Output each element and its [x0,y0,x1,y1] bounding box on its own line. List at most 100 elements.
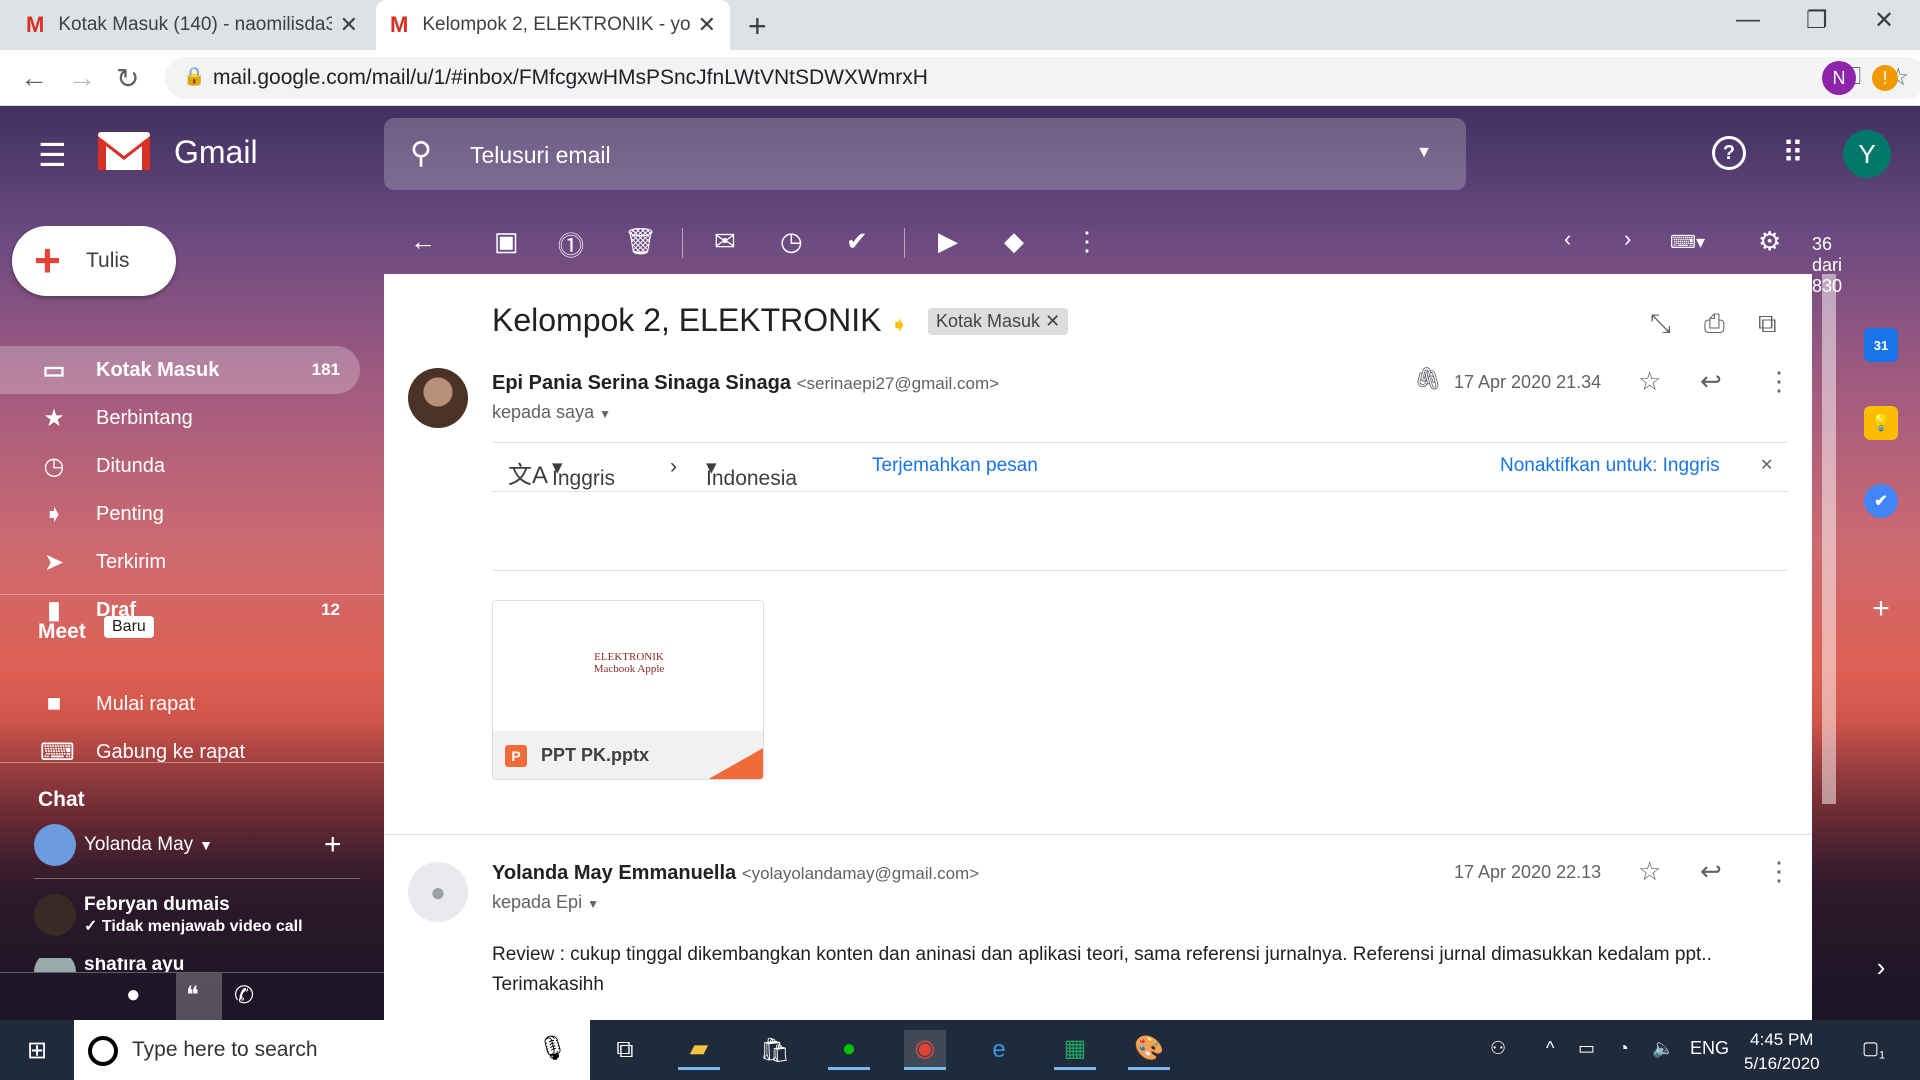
person-icon[interactable]: ● [126,981,141,1009]
chat-contact[interactable]: Febryan dumais ✓ Tidak menjawab video ca… [34,894,303,936]
close-tab-icon[interactable]: ✕ [698,12,716,38]
open-new-window-icon[interactable]: ⧉ [1758,308,1777,340]
star-icon[interactable]: ☆ [1638,856,1661,887]
compose-button[interactable]: + Tulis [12,226,176,296]
expand-panel-icon[interactable]: › [1864,950,1898,984]
taskbar-search[interactable]: Type here to search 🎙 [74,1020,590,1080]
scrollbar[interactable] [1822,274,1836,804]
paint-icon[interactable]: 🎨 [1128,1030,1170,1070]
recipient-line[interactable]: kepada Epi ▼ [492,892,599,913]
hangouts-tab[interactable] [176,973,222,1020]
search-bar[interactable]: ⚲ Telusuri email ▼ [384,118,1466,190]
account-avatar[interactable]: Y [1843,130,1891,178]
back-to-inbox-icon[interactable]: ← [410,226,436,257]
minimize-icon[interactable]: — [1736,6,1760,34]
disable-translate-link[interactable]: Nonaktifkan untuk: Inggris [1500,455,1720,477]
help-icon[interactable]: ? [1712,136,1746,170]
back-icon[interactable]: ← [20,62,48,94]
browser-tab-inbox[interactable]: M Kotak Masuk (140) - naomilisda3 ✕ [12,0,372,50]
expand-all-icon[interactable]: ⤡ [1650,308,1671,340]
language-indicator[interactable]: ENG [1690,1038,1729,1059]
phone-icon[interactable]: ✆ [234,981,254,1010]
taskbar-clock[interactable]: 4:45 PM 5/16/2020 [1744,1028,1820,1076]
nav-item-sent[interactable]: ➤ Terkirim [0,538,360,586]
source-language-select[interactable]: Inggris ▾ [552,455,615,490]
tasks-icon[interactable]: ✔ [1864,484,1898,518]
microphone-icon[interactable]: 🎙 [538,1034,568,1063]
add-addon-icon[interactable]: + [1864,592,1898,626]
nav-item-starred[interactable]: ★ Berbintang [0,394,360,442]
wifi-icon[interactable]: ◔ [1618,1038,1629,1059]
newer-icon[interactable]: ‹ [1564,226,1571,252]
task-view-icon[interactable]: ⧉ [604,1030,646,1070]
search-input[interactable]: Telusuri email [470,142,611,169]
taskbar-search-input[interactable]: Type here to search [132,1038,318,1062]
settings-gear-icon[interactable]: ⚙ [1758,226,1781,257]
close-icon[interactable]: ✕ [1760,455,1773,475]
tray-chevron-icon[interactable]: ^ [1546,1038,1554,1059]
remove-label-icon[interactable]: ✕ [1045,311,1060,331]
notification-icon[interactable]: ▢1 [1862,1038,1885,1062]
report-spam-icon[interactable]: ⓵ [558,226,584,263]
people-icon[interactable]: ⚇ [1490,1038,1506,1059]
archive-icon[interactable]: ▣ [494,226,519,257]
forward-icon[interactable]: → [68,62,96,94]
nav-item-snoozed[interactable]: ◷ Ditunda [0,442,360,490]
chevron-down-icon[interactable]: ▼ [199,837,213,853]
print-icon[interactable]: ⎙ [1704,308,1725,340]
apps-grid-icon[interactable]: ⠿ [1782,136,1804,171]
battery-icon[interactable]: ▭ [1578,1038,1595,1059]
close-tab-icon[interactable]: ✕ [340,12,358,38]
nav-label: Ditunda [96,454,165,477]
meet-join-item[interactable]: ⌨ Gabung ke rapat [0,728,360,776]
star-icon[interactable]: ☆ [1638,366,1661,397]
file-explorer-icon[interactable]: ▰ [678,1030,720,1070]
address-bar[interactable]: 🔒 mail.google.com/mail/u/1/#inbox/FMfcgx… [165,57,1920,99]
chat-contact[interactable]: shafira ayu [34,958,184,972]
calendar-icon[interactable]: 31 [1864,328,1898,362]
store-icon[interactable]: 🛍 [754,1030,796,1070]
attachment-filename: PPT PK.pptx [541,745,650,765]
delete-icon[interactable]: 🗑 [624,226,657,257]
snooze-icon[interactable]: ◷ [780,226,803,257]
update-alert-icon[interactable]: ! [1872,65,1898,91]
chrome-profile-avatar[interactable]: N [1822,61,1856,95]
attachment-card[interactable]: ELEKTRONIK Macbook Apple P PPT PK.pptx [492,600,764,780]
line-app-icon[interactable]: ● [828,1030,870,1070]
recipient-line[interactable]: kepada saya ▼ [492,402,611,423]
windows-start-icon[interactable]: ⊞ [16,1030,58,1070]
window-close-icon[interactable]: ✕ [1874,6,1894,35]
input-tools-icon[interactable]: ⌨▾ [1670,232,1705,253]
reload-icon[interactable]: ↻ [116,62,139,95]
edge-icon[interactable]: e [978,1030,1020,1070]
excel-icon[interactable]: ▦ [1054,1030,1096,1070]
target-language-select[interactable]: Indonesia ▾ [706,455,797,490]
add-chat-icon[interactable]: + [324,828,342,862]
important-marker-icon[interactable]: ➧ [890,312,908,338]
older-icon[interactable]: › [1624,226,1631,252]
chrome-icon[interactable]: ◉ [904,1030,946,1070]
nav-item-inbox[interactable]: ▭ Kotak Masuk 181 [0,346,360,394]
search-options-icon[interactable]: ▼ [1416,144,1432,162]
keep-icon[interactable]: 💡 [1864,406,1898,440]
main-menu-icon[interactable]: ☰ [38,136,67,174]
volume-icon[interactable]: 🔈 [1652,1038,1674,1059]
mark-unread-icon[interactable]: ✉ [714,226,736,257]
more-vert-icon[interactable]: ⋮ [1074,226,1100,257]
search-icon[interactable]: ⚲ [410,136,432,171]
add-task-icon[interactable]: ✔ [846,226,868,257]
move-to-icon[interactable]: ▶ [938,226,958,257]
reply-icon[interactable]: ↩ [1700,366,1722,397]
more-vert-icon[interactable]: ⋮ [1766,366,1792,397]
more-vert-icon[interactable]: ⋮ [1766,856,1792,887]
label-icon[interactable]: ◆ [1004,226,1024,257]
browser-tab-email[interactable]: M Kelompok 2, ELEKTRONIK - yolay ✕ [376,0,730,50]
reply-icon[interactable]: ↩ [1700,856,1722,887]
new-tab-button[interactable]: + [748,8,767,45]
nav-item-important[interactable]: ➧ Penting [0,490,360,538]
translate-message-link[interactable]: Terjemahkan pesan [872,455,1038,477]
meet-start-item[interactable]: ■ Mulai rapat [0,680,360,728]
restore-icon[interactable]: ❐ [1806,6,1828,35]
chat-self[interactable]: Yolanda May ▼ [34,824,213,866]
clock-icon: ◷ [43,452,65,480]
